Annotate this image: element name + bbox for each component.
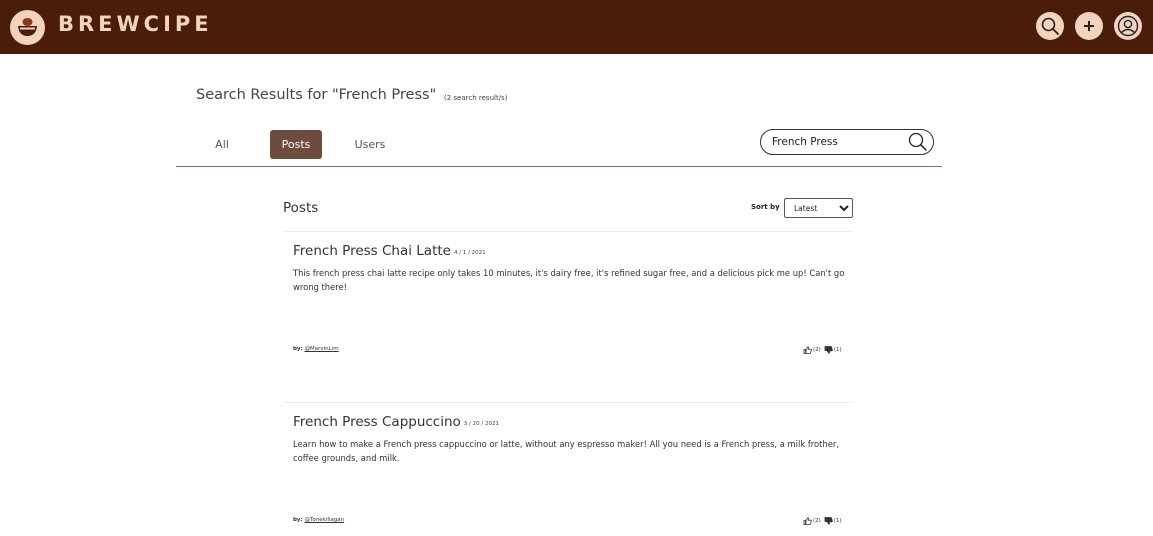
post-date: 3 / 20 / 2021 <box>463 421 499 427</box>
post-votes: (2) (1) <box>803 517 842 525</box>
like-count: (2) <box>813 347 821 353</box>
post-description: This french press chai latte recipe only… <box>293 268 845 292</box>
profile-button[interactable] <box>1114 12 1142 40</box>
post-description: Learn how to make a French press cappucc… <box>293 439 840 463</box>
post-date: 4 / 1 / 2021 <box>453 250 486 256</box>
thumbs-up-icon[interactable] <box>803 346 812 354</box>
search-input[interactable] <box>772 134 902 150</box>
tab-posts[interactable]: Posts <box>270 130 322 159</box>
like-count: (2) <box>813 518 821 524</box>
post-author: by: @Tonekillagan <box>293 517 344 523</box>
dislike-count: (1) <box>833 347 842 353</box>
tab-all[interactable]: All <box>196 130 248 159</box>
search-icon <box>1041 17 1059 35</box>
brand-name[interactable]: BREWCIPE <box>58 12 213 36</box>
author-link[interactable]: @Tonekillagan <box>304 517 344 523</box>
search-bar <box>760 129 934 155</box>
search-icon[interactable] <box>907 131 929 153</box>
thumbs-down-icon[interactable] <box>824 517 833 525</box>
post-title-text[interactable]: French Press Cappuccino <box>293 414 461 430</box>
post-title-text[interactable]: French Press Chai Latte <box>293 243 451 259</box>
create-post-button[interactable] <box>1075 12 1103 40</box>
header-search-button[interactable] <box>1036 12 1064 40</box>
thumbs-down-icon[interactable] <box>824 346 833 354</box>
post-title[interactable]: French Press Chai Latte 4 / 1 / 2021 <box>293 243 486 259</box>
search-results-count: (2 search result/s) <box>444 94 508 102</box>
sort-label: Sort by <box>751 203 780 211</box>
post-votes: (2) (1) <box>803 346 842 354</box>
thumbs-up-icon[interactable] <box>803 517 812 525</box>
tabs-divider <box>176 166 942 167</box>
post-author: by: @MarvinLim <box>293 346 339 352</box>
sort-select[interactable]: Latest <box>784 198 853 218</box>
dislike-count: (1) <box>833 518 842 524</box>
by-label: by: <box>293 517 303 523</box>
by-label: by: <box>293 346 303 352</box>
top-nav-bar: BREWCIPE <box>0 0 1153 54</box>
profile-icon <box>1117 15 1139 37</box>
post-divider <box>283 402 852 403</box>
post-divider <box>283 231 852 232</box>
plus-icon <box>1084 21 1094 31</box>
coffee-logo-icon[interactable] <box>10 10 45 45</box>
post-title[interactable]: French Press Cappuccino 3 / 20 / 2021 <box>293 414 499 430</box>
posts-heading: Posts <box>283 200 319 216</box>
tab-users[interactable]: Users <box>344 130 396 159</box>
search-results-title: Search Results for "French Press" <box>196 87 437 103</box>
author-link[interactable]: @MarvinLim <box>304 346 338 352</box>
